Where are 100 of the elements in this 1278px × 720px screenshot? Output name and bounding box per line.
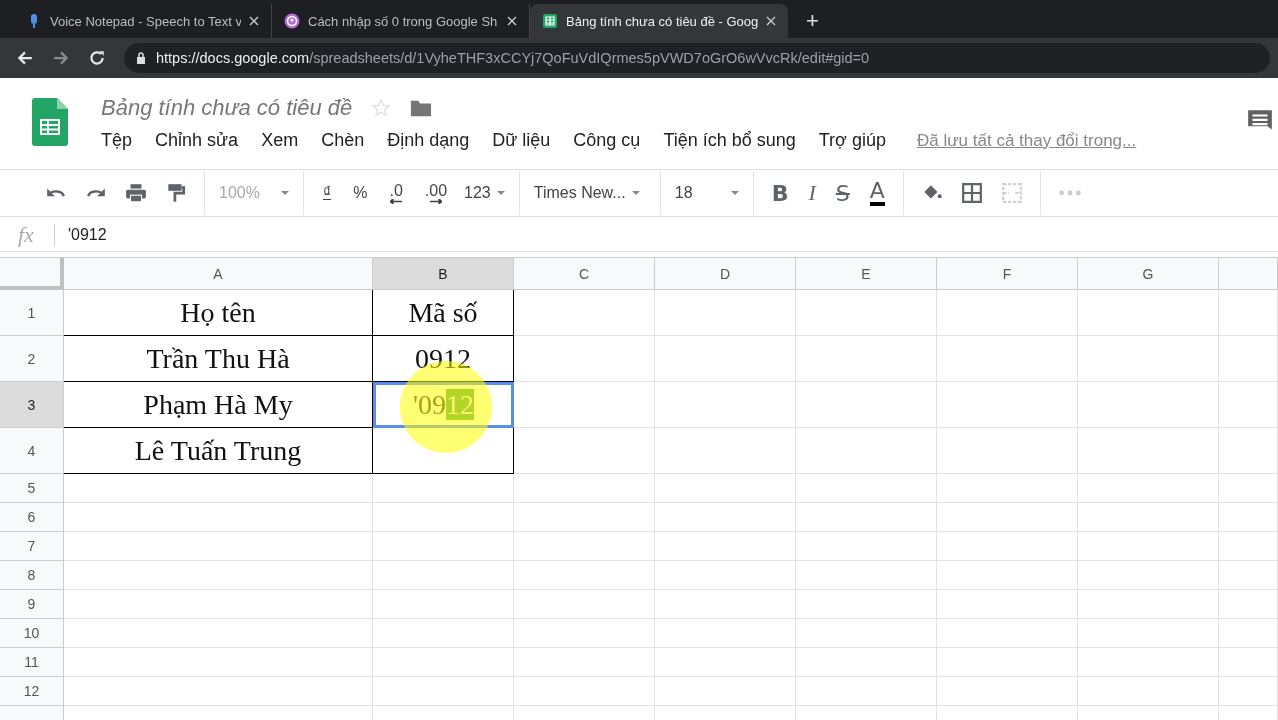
empty-cell[interactable] xyxy=(655,677,796,706)
empty-cell[interactable] xyxy=(796,474,937,503)
reload-icon[interactable] xyxy=(88,49,106,67)
empty-cell[interactable] xyxy=(514,619,655,648)
empty-cell[interactable] xyxy=(373,619,514,648)
empty-cell[interactable] xyxy=(1219,590,1278,619)
column-header[interactable]: G xyxy=(1078,258,1219,290)
empty-cell[interactable] xyxy=(796,532,937,561)
column-header[interactable]: F xyxy=(937,258,1078,290)
empty-cell[interactable] xyxy=(373,532,514,561)
print-icon[interactable] xyxy=(125,182,147,204)
empty-cell[interactable] xyxy=(937,503,1078,532)
menu-item[interactable]: Chèn xyxy=(321,130,365,151)
empty-cell[interactable] xyxy=(796,290,937,336)
empty-cell[interactable] xyxy=(1078,336,1219,382)
empty-cell[interactable] xyxy=(937,290,1078,336)
empty-cell[interactable] xyxy=(937,619,1078,648)
borders-icon[interactable] xyxy=(960,182,983,204)
row-header[interactable]: 3 xyxy=(0,382,64,428)
empty-cell[interactable] xyxy=(1219,648,1278,677)
spreadsheet-logo-icon[interactable] xyxy=(32,98,68,146)
empty-cell[interactable] xyxy=(655,336,796,382)
column-header[interactable]: A xyxy=(64,258,373,290)
empty-cell[interactable] xyxy=(1219,290,1278,336)
menu-item[interactable]: Công cụ xyxy=(573,130,641,151)
empty-cell[interactable] xyxy=(1078,428,1219,474)
empty-cell[interactable] xyxy=(1219,474,1278,503)
empty-cell[interactable] xyxy=(514,336,655,382)
decrease-decimals-button[interactable]: .0 xyxy=(389,182,403,204)
paint-roller-icon[interactable] xyxy=(165,182,187,204)
empty-cell[interactable] xyxy=(514,561,655,590)
empty-cell[interactable] xyxy=(655,503,796,532)
menu-item[interactable]: Định dạng xyxy=(387,130,470,151)
empty-cell[interactable] xyxy=(1078,619,1219,648)
star-icon[interactable] xyxy=(370,98,393,118)
formula-input[interactable]: '0912 xyxy=(68,226,107,244)
empty-cell[interactable] xyxy=(937,561,1078,590)
empty-cell[interactable] xyxy=(1219,503,1278,532)
empty-cell[interactable] xyxy=(1219,336,1278,382)
empty-cell[interactable] xyxy=(937,590,1078,619)
empty-cell[interactable] xyxy=(1078,503,1219,532)
empty-cell[interactable] xyxy=(514,474,655,503)
column-header[interactable]: D xyxy=(655,258,796,290)
more-icon[interactable] xyxy=(1057,189,1082,197)
empty-cell[interactable] xyxy=(514,532,655,561)
empty-cell[interactable] xyxy=(1078,590,1219,619)
empty-cell[interactable] xyxy=(655,590,796,619)
row-header[interactable]: 9 xyxy=(0,590,64,619)
select-all-corner[interactable] xyxy=(0,258,64,290)
empty-cell[interactable] xyxy=(1219,619,1278,648)
row-header[interactable]: 12 xyxy=(0,677,64,706)
increase-decimals-button[interactable]: .00 xyxy=(424,182,448,204)
empty-cell[interactable] xyxy=(1219,561,1278,590)
empty-cell[interactable] xyxy=(796,336,937,382)
empty-cell[interactable] xyxy=(796,619,937,648)
empty-cell[interactable] xyxy=(373,474,514,503)
empty-cell[interactable] xyxy=(373,677,514,706)
row-header[interactable]: 6 xyxy=(0,503,64,532)
column-header[interactable] xyxy=(1219,258,1278,290)
empty-cell[interactable] xyxy=(655,382,796,428)
row-header[interactable]: 1 xyxy=(0,290,64,336)
row-header[interactable]: 2 xyxy=(0,336,64,382)
folder-icon[interactable] xyxy=(410,98,433,118)
bold-button[interactable]: B xyxy=(771,180,789,206)
empty-cell[interactable] xyxy=(796,590,937,619)
empty-cell[interactable] xyxy=(1078,561,1219,590)
strikethrough-button[interactable]: S xyxy=(835,180,850,206)
empty-cell[interactable] xyxy=(1219,428,1278,474)
empty-cell[interactable] xyxy=(655,648,796,677)
number-format-dropdown[interactable]: 123 xyxy=(458,184,511,202)
empty-cell[interactable] xyxy=(514,590,655,619)
empty-cell[interactable] xyxy=(796,677,937,706)
empty-cell[interactable] xyxy=(937,382,1078,428)
empty-cell[interactable] xyxy=(655,619,796,648)
empty-cell[interactable] xyxy=(937,474,1078,503)
empty-cell[interactable] xyxy=(514,648,655,677)
currency-format-button[interactable]: ₫ xyxy=(323,185,332,201)
column-header[interactable]: B xyxy=(373,258,514,290)
empty-cell[interactable] xyxy=(373,590,514,619)
menu-item[interactable]: Xem xyxy=(261,130,299,151)
save-status-link[interactable]: Đã lưu tất cả thay đổi trong... xyxy=(916,130,1137,151)
empty-cell[interactable] xyxy=(937,428,1078,474)
empty-cell[interactable] xyxy=(1078,648,1219,677)
empty-cell[interactable] xyxy=(1219,382,1278,428)
empty-cell[interactable] xyxy=(1219,532,1278,561)
empty-cell[interactable] xyxy=(937,677,1078,706)
empty-cell[interactable] xyxy=(796,648,937,677)
empty-cell[interactable] xyxy=(1078,677,1219,706)
menu-item[interactable]: Tệp xyxy=(101,130,133,151)
empty-cell[interactable] xyxy=(373,648,514,677)
close-icon[interactable] xyxy=(249,16,259,26)
close-icon[interactable] xyxy=(507,16,517,26)
forward-arrow-icon[interactable] xyxy=(52,49,70,67)
empty-cell[interactable] xyxy=(655,290,796,336)
row-header[interactable]: 4 xyxy=(0,428,64,474)
empty-cell[interactable] xyxy=(514,677,655,706)
empty-cell[interactable] xyxy=(796,382,937,428)
column-header[interactable]: E xyxy=(796,258,937,290)
percent-format-button[interactable]: % xyxy=(353,185,368,201)
menu-item[interactable]: Trợ giúp xyxy=(818,130,886,151)
